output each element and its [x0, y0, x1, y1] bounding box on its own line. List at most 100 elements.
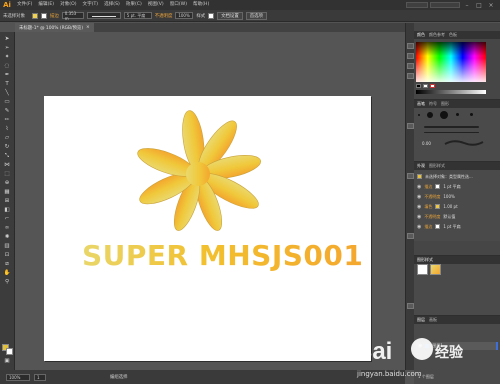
document-setup-button[interactable]: 文档设置 [217, 11, 243, 20]
stroke-panel-icon[interactable] [407, 123, 414, 129]
style-swatch[interactable] [208, 12, 215, 19]
appearance-row-label[interactable]: 填色 [424, 204, 432, 210]
stroke-weight-field[interactable]: 0.353 m [61, 11, 84, 21]
width-tool-icon[interactable]: ⋈ [3, 162, 11, 169]
artboard[interactable]: SUPER MHSJS001 [44, 96, 371, 361]
direct-selection-tool-icon[interactable]: ➢ [3, 45, 11, 52]
close-icon[interactable]: × [486, 1, 496, 9]
menu-edit[interactable]: 编辑(E) [35, 0, 57, 10]
menu-window[interactable]: 窗口(W) [167, 0, 190, 10]
menu-object[interactable]: 对象(O) [57, 0, 79, 10]
search-field[interactable] [430, 2, 460, 8]
type-tool-icon[interactable]: T [3, 81, 11, 88]
appearance-row-swatch[interactable] [435, 204, 441, 209]
rotate-tool-icon[interactable]: ↻ [3, 144, 11, 151]
tab-color-guide[interactable]: 颜色参考 [429, 32, 445, 38]
symbols-panel-icon[interactable] [407, 73, 414, 79]
graphic-style-default[interactable] [417, 264, 428, 275]
menu-view[interactable]: 视图(V) [145, 0, 167, 10]
appearance-row-label[interactable]: 描边 [424, 184, 432, 190]
paintbrush-tool-icon[interactable]: ✎ [3, 108, 11, 115]
eraser-tool-icon[interactable]: ▱ [3, 135, 11, 142]
rectangle-tool-icon[interactable]: ▭ [3, 99, 11, 106]
slice-tool-icon[interactable]: ⧄ [3, 261, 11, 268]
brush-definition-dropdown[interactable]: 5 pt. 平扁 [123, 12, 152, 19]
tab-artboards[interactable]: 画板 [429, 317, 437, 323]
maximize-icon[interactable]: □ [474, 1, 484, 9]
brushes-panel-icon[interactable] [407, 63, 414, 69]
gray-ramp[interactable] [416, 90, 486, 94]
appearance-row[interactable]: ◉ 不透明度 默认值 [414, 212, 500, 221]
tab-appearance[interactable]: 外观 [417, 163, 425, 169]
gradient-tool-icon[interactable]: ◧ [3, 207, 11, 214]
zoom-field[interactable]: 100% [6, 373, 30, 381]
scale-tool-icon[interactable]: ⤡ [3, 153, 11, 160]
tab-layers[interactable]: 图层 [417, 317, 425, 323]
lasso-tool-icon[interactable]: ◌ [3, 63, 11, 70]
zoom-tool-icon[interactable]: ⚲ [3, 279, 11, 286]
stroke-color-icon[interactable] [6, 348, 13, 355]
menu-effect[interactable]: 效果(C) [123, 0, 145, 10]
line-tool-icon[interactable]: ╲ [3, 90, 11, 97]
column-graph-tool-icon[interactable]: ▥ [3, 243, 11, 250]
appearance-row[interactable]: ◉ 填色 1.00 pt [414, 202, 500, 211]
brush-wave[interactable] [444, 138, 484, 148]
appearance-row-label[interactable]: 描边 [424, 224, 432, 230]
screen-mode-icon[interactable]: ▣ [3, 358, 11, 365]
opacity-label[interactable]: 不透明度 [155, 13, 173, 19]
appearance-row-swatch[interactable] [435, 184, 441, 189]
preferences-button[interactable]: 首选项 [245, 11, 267, 20]
layer-selection-indicator[interactable] [496, 342, 498, 350]
graphic-style-gradient[interactable] [430, 264, 441, 275]
brush-small-2[interactable] [470, 113, 473, 116]
appearance-row-label[interactable]: 不透明度 [424, 214, 440, 220]
brush-large[interactable] [440, 111, 448, 119]
layers-panel-icon[interactable] [407, 303, 414, 309]
appearance-row[interactable]: ◉ 描边 1 pt 平扁 [414, 182, 500, 191]
visibility-eye-icon[interactable]: ◉ [417, 214, 421, 220]
menu-type[interactable]: 文字(T) [80, 0, 102, 10]
visibility-eye-icon[interactable]: ◉ [417, 224, 421, 230]
tab-close-icon[interactable]: × [86, 25, 90, 30]
appearance-row[interactable]: ◉ 描边 1 pt 平扁 [414, 222, 500, 231]
tab-graphic-styles-panel[interactable]: 图形样式 [417, 257, 433, 263]
none-chip[interactable] [430, 84, 435, 88]
appearance-panel-icon[interactable] [407, 173, 414, 179]
menu-help[interactable]: 帮助(H) [190, 0, 212, 10]
hand-tool-icon[interactable]: ✋ [3, 270, 11, 277]
black-chip[interactable] [416, 84, 421, 88]
pen-tool-icon[interactable]: ✒ [3, 72, 11, 79]
shape-builder-tool-icon[interactable]: ⊕ [3, 180, 11, 187]
selection-tool-icon[interactable]: ➤ [3, 36, 11, 43]
menu-file[interactable]: 文件(F) [14, 0, 35, 10]
artboard-tool-icon[interactable]: ⊡ [3, 252, 11, 259]
appearance-row-swatch[interactable] [435, 224, 441, 229]
artboard-navigation-field[interactable]: 1 [34, 373, 46, 381]
brush-tiny[interactable] [418, 114, 420, 116]
appearance-row[interactable]: ◉ 不透明度 100% [414, 192, 500, 201]
white-chip[interactable] [423, 84, 428, 88]
blend-tool-icon[interactable]: ∞ [3, 225, 11, 232]
workspace-switcher[interactable] [406, 2, 428, 8]
tab-color[interactable]: 颜色 [417, 32, 425, 38]
tab-swatches[interactable]: 色板 [449, 32, 457, 38]
tab-brushes[interactable]: 画笔 [417, 101, 425, 107]
menu-select[interactable]: 选择(S) [101, 0, 123, 10]
brush-small[interactable] [456, 113, 459, 116]
appearance-row-label[interactable]: 不透明度 [424, 194, 440, 200]
magic-wand-tool-icon[interactable]: ✦ [3, 54, 11, 61]
brush-stroke-1[interactable] [424, 126, 479, 128]
brush-stroke-2[interactable] [424, 132, 479, 133]
stroke-profile-dropdown[interactable] [86, 12, 121, 19]
stroke-swatch[interactable] [40, 12, 47, 19]
free-transform-tool-icon[interactable]: ⬚ [3, 171, 11, 178]
color-panel-icon[interactable] [407, 43, 414, 49]
tab-graphic-styles[interactable]: 图形样式 [429, 163, 445, 169]
flower-artwork[interactable] [136, 104, 296, 254]
visibility-eye-icon[interactable]: ◉ [417, 194, 421, 200]
tab-graphics[interactable]: 图形 [441, 101, 449, 107]
blob-brush-tool-icon[interactable]: ⌇ [3, 126, 11, 133]
eyedropper-tool-icon[interactable]: ⌐ [3, 216, 11, 223]
visibility-eye-icon[interactable]: ◉ [417, 204, 421, 210]
minimize-icon[interactable]: – [462, 1, 472, 9]
